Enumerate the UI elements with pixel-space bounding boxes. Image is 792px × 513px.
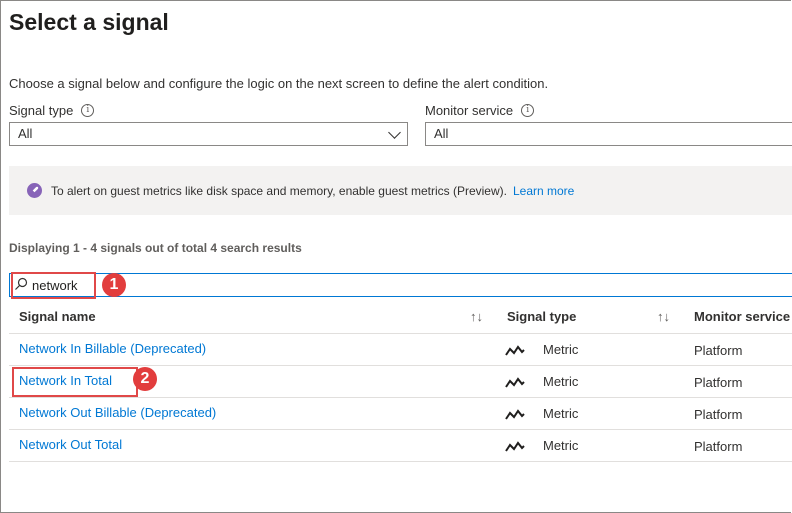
divider [9, 365, 792, 366]
info-icon[interactable]: i [81, 104, 95, 117]
monitor-service-cell: Platform [694, 439, 743, 454]
signal-type-label-text: Signal type [9, 103, 74, 118]
monitor-service-label: Monitor service i [425, 103, 535, 118]
signal-type-cell: Metric [543, 342, 579, 357]
divider [9, 397, 792, 398]
info-icon[interactable]: i [521, 104, 535, 117]
divider [9, 461, 792, 462]
metric-icon [505, 377, 525, 388]
page-description: Choose a signal below and configure the … [9, 76, 549, 91]
sort-icon[interactable]: ↑↓ [657, 309, 670, 324]
signal-type-cell: Metric [543, 374, 579, 389]
signal-type-cell: Metric [543, 438, 579, 453]
signal-link[interactable]: Network Out Billable (Deprecated) [19, 405, 216, 420]
column-header-signal-type[interactable]: Signal type [507, 309, 576, 324]
callout-badge-1: 1 [102, 273, 126, 297]
metric-icon [505, 409, 525, 420]
sort-icon[interactable]: ↑↓ [470, 309, 483, 324]
metric-icon [505, 345, 525, 356]
callout-highlight-search [11, 272, 96, 299]
signal-type-value: All [18, 126, 33, 141]
results-summary: Displaying 1 - 4 signals out of total 4 … [9, 241, 302, 255]
monitor-service-cell: Platform [694, 375, 743, 390]
signal-type-dropdown[interactable]: All [9, 122, 408, 146]
monitor-service-label-text: Monitor service [425, 103, 514, 118]
monitor-service-cell: Platform [694, 343, 743, 358]
monitor-service-cell: Platform [694, 407, 743, 422]
signal-type-label: Signal type i [9, 103, 95, 118]
divider [9, 333, 792, 334]
callout-highlight-row [12, 367, 138, 397]
signal-link[interactable]: Network Out Total [19, 437, 122, 452]
divider [9, 429, 792, 430]
monitor-service-dropdown[interactable]: All [425, 122, 792, 146]
learn-more-link[interactable]: Learn more [513, 184, 574, 198]
rocket-icon [27, 183, 42, 198]
column-header-signal-name[interactable]: Signal name [19, 309, 96, 324]
page-title: Select a signal [9, 9, 169, 35]
chevron-down-icon [388, 126, 401, 139]
search-box[interactable] [9, 273, 792, 297]
guest-metrics-banner: To alert on guest metrics like disk spac… [9, 166, 792, 215]
callout-badge-2: 2 [133, 367, 157, 391]
column-header-monitor-service[interactable]: Monitor service [694, 309, 790, 324]
metric-icon [505, 441, 525, 452]
banner-text: To alert on guest metrics like disk spac… [51, 183, 507, 198]
monitor-service-value: All [434, 126, 449, 141]
signal-type-cell: Metric [543, 406, 579, 421]
signal-link[interactable]: Network In Billable (Deprecated) [19, 341, 206, 356]
